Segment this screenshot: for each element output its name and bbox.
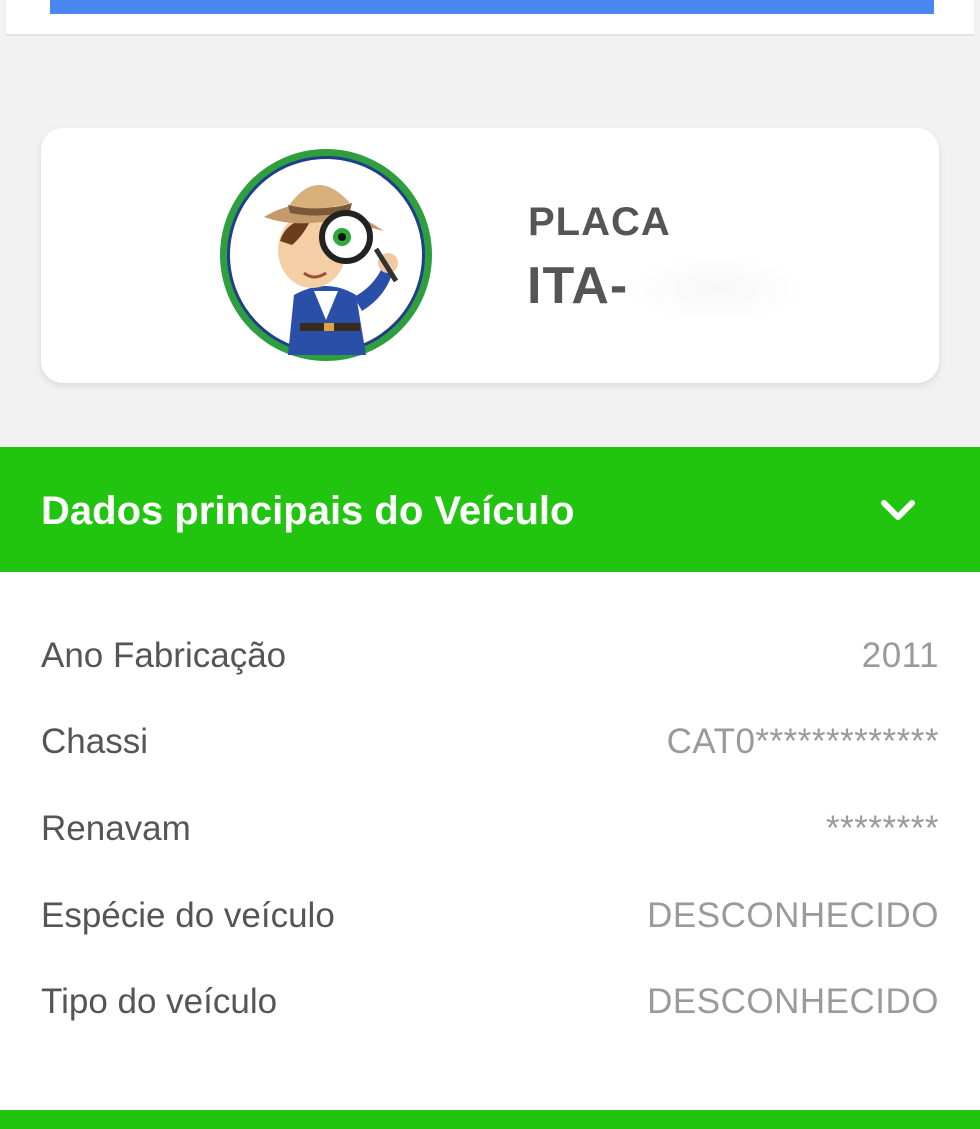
- section-title: Dados principais do Veículo: [41, 489, 575, 533]
- detail-label: Chassi: [41, 722, 148, 761]
- detail-row-especie: Espécie do veículo DESCONHECIDO: [41, 896, 939, 946]
- detail-row-renavam: Renavam ********: [41, 809, 939, 859]
- detail-row-ano-fabricacao: Ano Fabricação 2011: [41, 636, 939, 686]
- detective-mascot-logo: [220, 149, 432, 361]
- top-button-bar[interactable]: [50, 0, 934, 14]
- detail-row-tipo: Tipo do veículo DESCONHECIDO: [41, 982, 939, 1032]
- plate-number: ITA-: [527, 257, 629, 315]
- detail-value: ********: [826, 809, 939, 848]
- plate-redaction-blur: [626, 256, 806, 322]
- detail-value: 2011: [861, 636, 939, 675]
- top-card: [6, 0, 974, 36]
- plate-card: PLACA ITA-: [41, 128, 939, 383]
- section-header-vehicle-main-data[interactable]: Dados principais do Veículo: [0, 447, 980, 572]
- detail-value: DESCONHECIDO: [647, 896, 939, 935]
- detail-row-chassi: Chassi CAT0*************: [41, 722, 939, 772]
- detail-label: Ano Fabricação: [41, 636, 287, 675]
- detail-value: CAT0*************: [666, 722, 939, 761]
- detail-value: DESCONHECIDO: [647, 982, 939, 1021]
- next-section-header[interactable]: [0, 1110, 980, 1129]
- plate-label: PLACA: [528, 200, 671, 244]
- chevron-down-icon[interactable]: [878, 493, 918, 527]
- detail-label: Tipo do veículo: [41, 982, 278, 1021]
- vehicle-details-panel: Ano Fabricação 2011 Chassi CAT0*********…: [0, 572, 980, 1110]
- detail-label: Espécie do veículo: [41, 896, 335, 935]
- detail-label: Renavam: [41, 809, 191, 848]
